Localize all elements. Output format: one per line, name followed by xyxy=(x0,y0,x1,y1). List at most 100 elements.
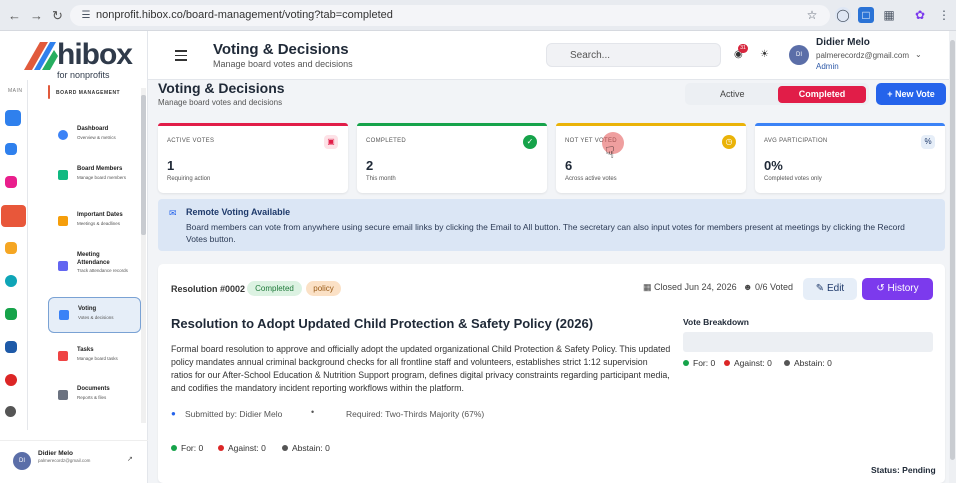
extension-square-icon[interactable]: □ xyxy=(858,7,874,23)
voted-count: ☻ 0/6 Voted xyxy=(743,282,794,292)
header-user-email: palmerecordz@gmail.com xyxy=(816,51,910,60)
calendar-small-icon: ▦ xyxy=(643,282,655,292)
tab-completed[interactable]: Completed xyxy=(778,86,866,103)
sidebar-item-meeting-attendance[interactable]: Meeting Attendance Track attendance reco… xyxy=(48,246,141,286)
ballot-box-icon: ▣ xyxy=(324,135,338,149)
search-placeholder: Search... xyxy=(570,50,611,61)
stat-card-completed: COMPLETED 2 This month ✓ xyxy=(357,123,547,193)
tally-against: Against: 0 xyxy=(724,358,772,368)
section-title: Voting & Decisions xyxy=(158,80,285,96)
url-text: nonprofit.hibox.co/board-management/voti… xyxy=(96,9,393,21)
closed-date: ▦ Closed Jun 24, 2026 xyxy=(643,282,737,292)
site-info-icon[interactable]: ☰ xyxy=(78,8,94,24)
tab-active[interactable]: Active xyxy=(720,89,745,99)
bookmark-star-icon[interactable]: ☆ xyxy=(804,7,820,23)
document-icon xyxy=(58,390,68,400)
new-vote-button[interactable]: + New Vote xyxy=(876,83,946,105)
dashboard-icon xyxy=(58,130,68,140)
history-icon: ↺ xyxy=(876,283,888,294)
history-button[interactable]: ↺ History xyxy=(862,278,933,300)
section-subtitle: Manage board votes and decisions xyxy=(158,98,283,107)
vote-breakdown-bar xyxy=(683,332,933,352)
hand-cursor-icon: ☟ xyxy=(605,145,615,162)
stat-card-avg-participation: AVG PARTICIPATION 0% Completed votes onl… xyxy=(755,123,945,193)
resolution-description: Formal board resolution to approve and o… xyxy=(171,344,671,393)
people-small-icon: ☻ xyxy=(743,282,755,292)
home-icon[interactable] xyxy=(5,110,21,126)
tally-abstain: Abstain: 0 xyxy=(784,358,832,368)
category-badge: policy xyxy=(306,281,341,296)
forward-icon[interactable]: → xyxy=(30,8,43,23)
submitted-by: Submitted by: Didier Melo xyxy=(185,409,283,419)
org-chart-icon[interactable] xyxy=(5,143,17,155)
required-majority: Required: Two-Thirds Majority (67%) xyxy=(346,409,485,419)
envelope-icon: ✉ xyxy=(169,208,177,218)
resolution-id: Resolution #0002 xyxy=(171,284,246,294)
user-small-icon: ● xyxy=(171,409,176,418)
puzzle-icon[interactable]: ▦ xyxy=(881,7,897,23)
globe-icon[interactable] xyxy=(5,275,17,287)
brand-name: hibox xyxy=(57,38,133,71)
board-icon[interactable] xyxy=(1,205,26,227)
sidebar-item-tasks[interactable]: Tasks Manage board tasks xyxy=(48,339,141,375)
sidebar-item-dashboard[interactable]: Dashboard Overview & metrics xyxy=(48,118,141,154)
edit-button[interactable]: ✎ Edit xyxy=(803,278,857,300)
network-icon[interactable] xyxy=(5,308,17,320)
brand-tagline: for nonprofits xyxy=(57,70,110,80)
status-badge: Completed xyxy=(247,281,302,296)
attendance-icon xyxy=(58,261,68,271)
header-user-role: Admin xyxy=(816,62,839,71)
summary-for: For: 0 xyxy=(171,443,203,453)
chevron-down-icon[interactable]: ⌄ xyxy=(915,50,922,59)
settings-gear-icon[interactable] xyxy=(5,406,16,417)
summary-abstain: Abstain: 0 xyxy=(282,443,330,453)
campaign-icon[interactable] xyxy=(5,176,17,188)
sidebar-item-voting[interactable]: Voting Votes & decisions xyxy=(48,297,141,333)
summary-against: Against: 0 xyxy=(218,443,266,453)
gear-icon[interactable]: ☀ xyxy=(760,49,769,60)
header-avatar[interactable]: DI xyxy=(789,45,809,65)
pencil-icon: ✎ xyxy=(815,283,827,294)
external-link-icon[interactable]: ↗ xyxy=(127,455,133,463)
nav-heading-accent xyxy=(48,85,50,99)
notice-title: Remote Voting Available xyxy=(186,207,291,217)
sidebar-item-board-members[interactable]: Board Members Manage board members xyxy=(48,158,141,194)
resolution-title: Resolution to Adopt Updated Child Protec… xyxy=(171,316,594,331)
notification-badge: 31 xyxy=(738,44,748,53)
sidebar-item-important-dates[interactable]: Important Dates Meetings & deadlines xyxy=(48,204,141,240)
stat-card-not-yet-voted: NOT YET VOTED 6 Across active votes ◷ xyxy=(556,123,746,193)
chart-pie-icon[interactable] xyxy=(5,374,17,386)
sidebar-scroll-thumb[interactable] xyxy=(141,95,146,235)
members-icon xyxy=(58,170,68,180)
notice-body: Board members can vote from anywhere usi… xyxy=(186,222,905,244)
back-icon[interactable]: ← xyxy=(8,8,21,23)
hamburger-menu-icon[interactable] xyxy=(175,50,187,61)
browser-toolbar: ← → ↻ ☰ nonprofit.hibox.co/board-managem… xyxy=(0,0,956,31)
finance-icon[interactable] xyxy=(5,242,17,254)
sidebar-item-documents[interactable]: Documents Reports & files xyxy=(48,378,141,414)
ballot-icon xyxy=(59,310,69,320)
meta-separator: • xyxy=(311,407,315,417)
reload-icon[interactable]: ↻ xyxy=(52,8,63,24)
vote-breakdown-title: Vote Breakdown xyxy=(683,317,749,327)
stat-card-active-votes: ACTIVE VOTES 1 Requiring action ▣ xyxy=(158,123,348,193)
avatar[interactable]: DI xyxy=(13,452,31,470)
page-scroll-thumb[interactable] xyxy=(950,40,955,460)
sidebar-user-name: Didier Melo xyxy=(38,450,74,457)
header-user-name: Didier Melo xyxy=(816,37,870,48)
sidebar-user-email: palmerecordz@gmail.com xyxy=(38,458,91,463)
tally-for: For: 0 xyxy=(683,358,715,368)
profile-icon[interactable]: ✿ xyxy=(912,7,928,23)
people-icon[interactable] xyxy=(5,341,17,353)
calendar-icon xyxy=(58,216,68,226)
resolution-status: Status: Pending xyxy=(871,465,936,475)
page-title: Voting & Decisions xyxy=(213,41,349,58)
percent-icon: % xyxy=(921,135,935,149)
tasks-icon xyxy=(58,351,68,361)
page-subtitle: Manage board votes and decisions xyxy=(213,59,353,69)
menu-dots-icon[interactable]: ⋮ xyxy=(936,7,952,23)
extension-icon[interactable]: ◯ xyxy=(835,7,851,23)
clock-icon: ◷ xyxy=(722,135,736,149)
rail-main-label: MAIN xyxy=(8,88,23,94)
check-circle-icon: ✓ xyxy=(523,135,537,149)
